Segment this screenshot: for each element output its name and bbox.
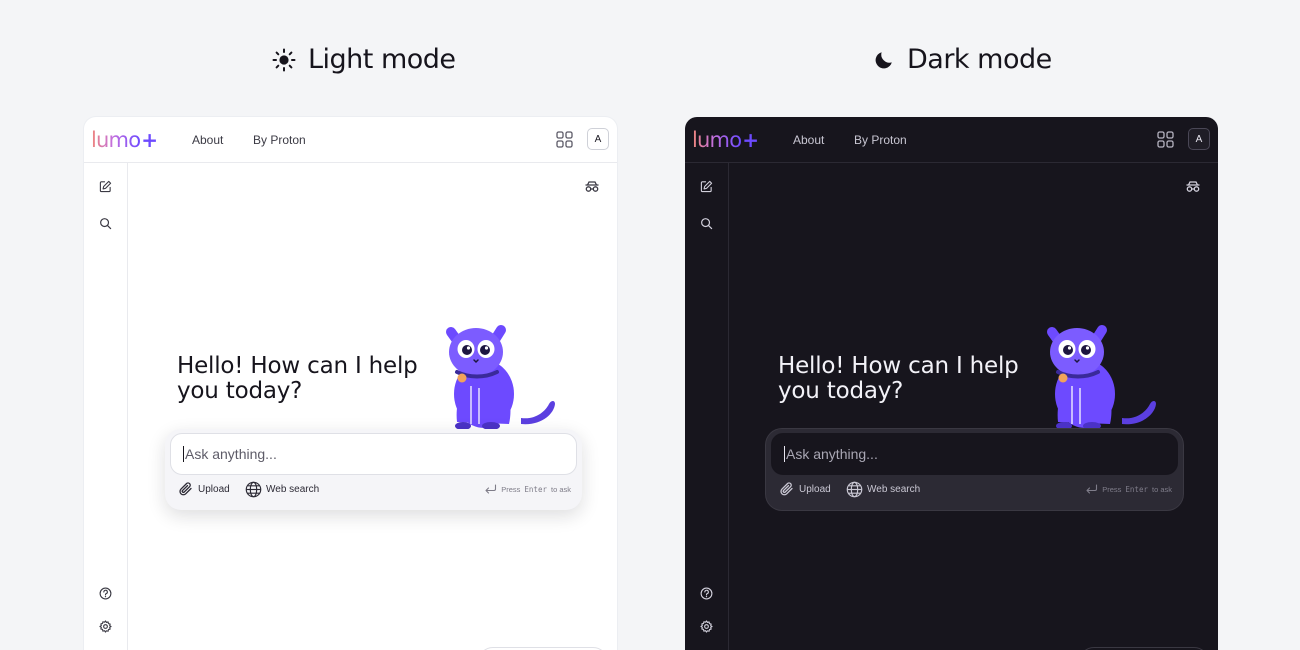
enter-icon — [485, 484, 497, 494]
logo-plus: + — [742, 128, 759, 152]
hint-suffix: to ask — [550, 484, 571, 494]
help-icon[interactable] — [700, 587, 713, 600]
dark-mode-heading: Dark mode — [873, 44, 1052, 75]
upload-label: Upload — [799, 483, 831, 495]
hint-suffix: to ask — [1151, 484, 1172, 494]
gear-icon[interactable] — [99, 620, 112, 633]
incognito-icon[interactable] — [1185, 181, 1201, 193]
greeting-text: Hello! How can I help you today? — [778, 353, 1019, 404]
edit-icon[interactable] — [700, 180, 713, 193]
composer: Ask anything... Upload Web search Press … — [165, 429, 582, 510]
upload-label: Upload — [198, 483, 230, 495]
light-mode-title: Light mode — [308, 44, 456, 75]
nav-about-link[interactable]: About — [793, 133, 824, 147]
help-icon[interactable] — [99, 587, 112, 600]
lumo-logo[interactable]: lumo + — [91, 128, 158, 152]
gear-icon[interactable] — [700, 620, 713, 633]
edit-icon[interactable] — [99, 180, 112, 193]
moon-icon — [875, 51, 892, 68]
enter-hint: Press Enter to ask — [1085, 484, 1172, 494]
ask-input-placeholder: Ask anything... — [786, 446, 878, 462]
hint-key: Enter — [524, 484, 547, 494]
ask-input-placeholder: Ask anything... — [185, 446, 277, 462]
nav-about-link[interactable]: About — [192, 133, 223, 147]
light-mode-panel: lumo + About By Proton A Hello! How can … — [84, 117, 617, 650]
ask-input[interactable]: Ask anything... — [170, 433, 577, 475]
light-mode-heading: Light mode — [272, 44, 456, 75]
logo-word: lumo — [692, 128, 742, 152]
sun-icon — [272, 48, 296, 71]
avatar[interactable]: A — [1188, 128, 1210, 150]
lumo-logo[interactable]: lumo + — [692, 128, 759, 152]
top-bar: lumo + About By Proton A — [84, 117, 617, 163]
logo-plus: + — [141, 128, 158, 152]
search-icon[interactable] — [700, 217, 713, 230]
globe-icon — [846, 481, 863, 498]
apps-grid-icon[interactable] — [556, 131, 573, 148]
search-icon[interactable] — [99, 217, 112, 230]
logo-word: lumo — [91, 128, 141, 152]
dark-mode-title: Dark mode — [907, 44, 1052, 75]
sidebar — [685, 163, 729, 650]
web-search-label: Web search — [266, 484, 320, 495]
paperclip-icon — [780, 482, 793, 496]
web-search-button[interactable]: Web search — [846, 481, 920, 498]
text-caret — [183, 446, 184, 462]
sidebar — [84, 163, 128, 650]
avatar[interactable]: A — [587, 128, 609, 150]
greeting-text: Hello! How can I help you today? — [177, 353, 418, 404]
text-caret — [784, 446, 785, 462]
upload-button[interactable]: Upload — [178, 481, 230, 497]
hint-prefix: Press — [1102, 484, 1122, 494]
enter-hint: Press Enter to ask — [484, 484, 571, 494]
incognito-icon[interactable] — [584, 181, 600, 193]
upload-button[interactable]: Upload — [779, 481, 831, 497]
composer: Ask anything... Upload Web search Press … — [766, 429, 1183, 510]
ask-input[interactable]: Ask anything... — [771, 433, 1178, 475]
web-search-button[interactable]: Web search — [245, 481, 319, 498]
nav-by-proton-link[interactable]: By Proton — [253, 133, 306, 147]
hint-prefix: Press — [501, 484, 521, 494]
apps-grid-icon[interactable] — [1157, 131, 1174, 148]
lumo-cat-mascot — [446, 325, 555, 430]
top-bar: lumo + About By Proton A — [685, 117, 1218, 163]
enter-icon — [1086, 484, 1098, 494]
globe-icon — [245, 481, 262, 498]
hint-key: Enter — [1125, 484, 1148, 494]
paperclip-icon — [179, 482, 192, 496]
dark-mode-panel: lumo + About By Proton A Hello! How can … — [685, 117, 1218, 650]
lumo-cat-mascot — [1047, 325, 1156, 430]
web-search-label: Web search — [867, 484, 921, 495]
nav-by-proton-link[interactable]: By Proton — [854, 133, 907, 147]
